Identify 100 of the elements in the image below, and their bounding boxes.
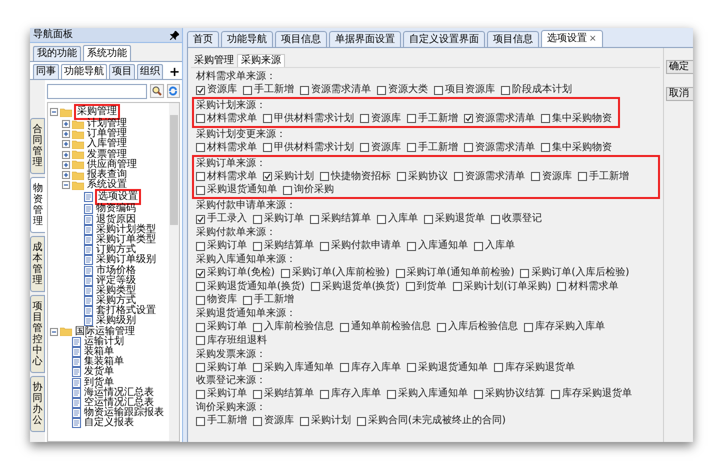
checkbox[interactable]: 采购协议 — [397, 170, 448, 184]
tree-item[interactable]: 空运情况汇总表 — [83, 398, 155, 408]
checkbox[interactable]: 采购结算单 — [253, 388, 314, 402]
tab[interactable]: 首页 — [187, 31, 219, 47]
collapse-icon[interactable] — [62, 181, 70, 190]
tree-item[interactable]: 海运情况汇总表 — [83, 388, 155, 398]
pin-icon[interactable] — [170, 30, 179, 40]
checkbox[interactable]: 采购订单(免检) — [196, 266, 275, 280]
tree-item[interactable]: 供应商管理 — [86, 160, 138, 170]
expand-icon[interactable] — [62, 171, 70, 180]
checkbox[interactable]: 手工新增 — [407, 112, 458, 126]
tab[interactable]: 功能导航 — [221, 31, 273, 47]
checkbox[interactable]: 采购付款申请单 — [320, 239, 401, 253]
tab[interactable]: 我的功能 — [33, 46, 81, 61]
checkbox[interactable]: 物资库 — [196, 293, 237, 308]
checkbox[interactable]: 到货单 — [406, 280, 447, 294]
expand-icon[interactable] — [62, 150, 70, 159]
tree-item[interactable]: 采购级别 — [95, 316, 137, 326]
tab[interactable]: 系统功能 — [83, 45, 131, 61]
checkbox[interactable]: 采购计划 — [263, 170, 314, 184]
checkbox[interactable]: 阶段成本计划 — [501, 83, 572, 97]
checkbox[interactable]: 采购计划(订单采购) — [452, 280, 552, 294]
close-icon[interactable]: × — [589, 34, 597, 44]
tree-item[interactable]: 采购计划类型 — [95, 224, 157, 235]
checkbox[interactable]: 采购订单(入库前检验) — [280, 266, 390, 280]
tab[interactable]: 功能导航 — [61, 64, 107, 79]
checkbox[interactable]: 甲供材料需求计划 — [263, 112, 354, 126]
tree-item[interactable]: 集装箱单 — [83, 357, 125, 368]
tree-item[interactable]: 到货单 — [83, 378, 115, 388]
checkbox[interactable]: 甲供材料需求计划 — [263, 141, 354, 155]
checkbox[interactable]: 手工新增 — [196, 414, 247, 428]
checkbox[interactable]: 采购入库通知单 — [253, 360, 334, 374]
checkbox[interactable]: 手工新增 — [243, 293, 294, 308]
checkbox[interactable]: 资源大类 — [377, 83, 428, 97]
side-tab[interactable]: 协同办公 — [30, 376, 45, 432]
checkbox[interactable]: 库存采购退货单 — [494, 360, 575, 374]
checkbox[interactable]: 库存入库单 — [340, 360, 401, 374]
tree-item[interactable]: 评定等级 — [95, 276, 137, 286]
checkbox[interactable]: 库存采购入库单 — [524, 320, 605, 334]
checkbox[interactable]: 集中采购物资 — [541, 112, 612, 126]
checkbox[interactable]: 资源库 — [253, 414, 294, 428]
collapse-icon[interactable] — [50, 328, 58, 336]
checkbox[interactable]: 采购退货通知单 — [196, 184, 277, 198]
tree-item[interactable]: 发货单 — [83, 367, 115, 378]
expand-icon[interactable] — [62, 130, 70, 138]
side-tab[interactable]: 成本管理 — [30, 236, 45, 292]
checkbox[interactable]: 集中采购物资 — [541, 141, 612, 155]
checkbox[interactable]: 库存采购退货单 — [551, 388, 632, 402]
tab[interactable]: 采购来源 — [237, 54, 285, 67]
tab[interactable]: 项目信息 — [275, 31, 327, 47]
tree-item[interactable]: 物资编码 — [95, 204, 137, 214]
checkbox[interactable]: 采购订单 — [253, 212, 304, 226]
checkbox[interactable]: 手工新增 — [243, 83, 294, 97]
expand-icon[interactable] — [62, 140, 70, 148]
checkbox[interactable]: 库存班组退料 — [196, 334, 267, 348]
checkbox[interactable]: 询价采购 — [283, 184, 334, 198]
checkbox[interactable]: 采购订单 — [196, 239, 247, 253]
checkbox[interactable]: 材料需求单 — [196, 141, 257, 155]
checkbox[interactable]: 资源需求清单 — [464, 141, 535, 155]
checkbox[interactable]: 采购订单 — [196, 360, 247, 374]
scrollbar[interactable] — [169, 103, 179, 441]
tree-item[interactable]: 采购类型 — [95, 286, 137, 296]
checkbox[interactable]: 资源需求清单 — [454, 170, 525, 184]
checkbox[interactable]: 快捷物资招标 — [320, 170, 391, 184]
tree-item[interactable]: 自定义报表 — [83, 418, 135, 428]
checkbox[interactable]: 采购退货通知单(换货) — [196, 280, 305, 294]
checkbox[interactable]: 采购结算单 — [253, 239, 314, 253]
checkbox[interactable]: 采购结算单 — [310, 212, 371, 226]
checkbox[interactable]: 入库单 — [377, 212, 418, 226]
checkbox[interactable]: 采购入库通知单 — [387, 388, 468, 402]
side-tab[interactable]: 合同管理 — [30, 118, 45, 174]
tree-item[interactable]: 采购订单类型 — [95, 234, 157, 245]
search-button[interactable] — [150, 84, 164, 98]
expand-icon[interactable] — [62, 120, 70, 128]
checkbox[interactable]: 通知单前检验信息 — [340, 320, 431, 334]
tab[interactable]: 项目信息 — [487, 31, 539, 47]
checkbox[interactable]: 采购计划 — [300, 414, 351, 428]
tree-item[interactable]: 入库管理 — [86, 139, 128, 150]
tree-item[interactable]: 计划管理 — [86, 119, 128, 130]
side-tab[interactable]: 物资管理 — [30, 177, 45, 233]
checkbox[interactable]: 采购订单(入库后检验) — [520, 266, 630, 280]
tab[interactable]: 项目 — [109, 64, 135, 79]
refresh-button[interactable] — [166, 84, 180, 98]
tab[interactable]: 选项设置 × — [541, 30, 603, 47]
checkbox[interactable]: 采购退货单(换货) — [310, 280, 400, 294]
checkbox[interactable]: 手工新增 — [578, 170, 629, 184]
checkbox[interactable]: 资源库 — [360, 141, 401, 155]
checkbox[interactable]: 入库通知单 — [407, 239, 468, 253]
checkbox[interactable]: 资源需求清单 — [300, 83, 371, 97]
checkbox[interactable]: 库存入库单 — [320, 388, 381, 402]
checkbox[interactable]: 材料需求单 — [196, 170, 257, 184]
expand-icon[interactable] — [62, 160, 70, 169]
checkbox[interactable]: 采购退货单 — [424, 212, 485, 226]
checkbox[interactable]: 采购订单(通知单前检验) — [396, 266, 514, 280]
checkbox[interactable]: 采购订单 — [196, 388, 247, 402]
action-button[interactable]: 取消 — [666, 87, 693, 101]
tree-item[interactable]: 系统设置 — [86, 180, 128, 190]
checkbox[interactable]: 入库前检验信息 — [253, 320, 334, 334]
checkbox[interactable]: 资源库 — [360, 112, 401, 126]
checkbox[interactable]: 入库后检验信息 — [437, 320, 518, 334]
